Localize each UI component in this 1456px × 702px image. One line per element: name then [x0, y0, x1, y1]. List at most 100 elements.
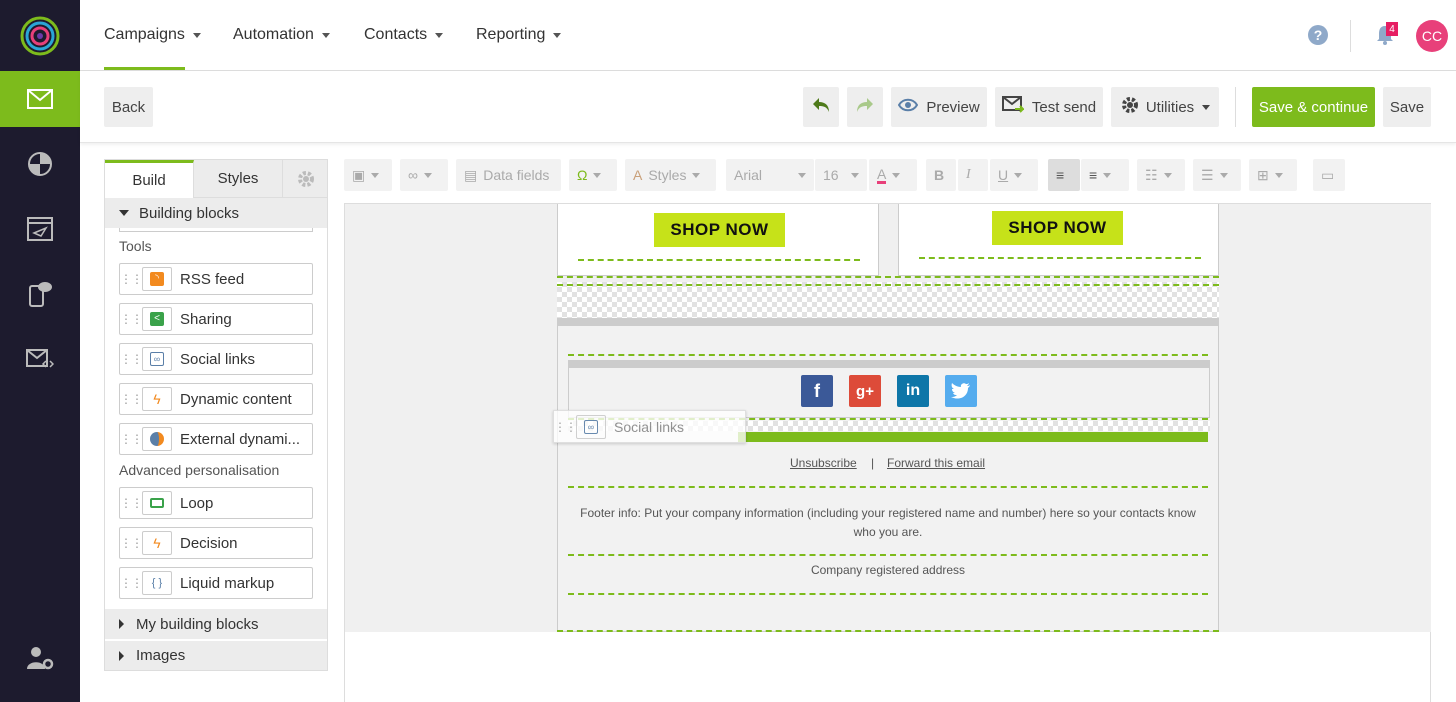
source-code-button[interactable]: ▭ — [1313, 159, 1345, 191]
chevron-down-icon — [371, 172, 380, 178]
dashed-guide — [568, 354, 1208, 356]
facebook-icon[interactable]: f — [801, 375, 833, 407]
paste-button[interactable]: ▣ — [344, 159, 392, 191]
block-label: Sharing — [180, 310, 232, 328]
eye-icon — [898, 98, 919, 116]
email-canvas[interactable]: SHOP NOW SHOP NOW f g+ in Unsubscribe | — [344, 203, 1431, 702]
chevron-down-icon — [1014, 172, 1023, 178]
forward-email-link[interactable]: Forward this email — [887, 456, 985, 470]
font-size-select[interactable]: 16 — [815, 159, 867, 191]
dragging-social-links-block[interactable]: ⋮⋮ ∞ Social links — [553, 410, 746, 443]
back-button[interactable]: Back — [104, 87, 153, 127]
drag-handle-icon[interactable]: ⋮⋮ — [120, 392, 143, 406]
block-liquid-markup[interactable]: ⋮⋮ { } Liquid markup — [119, 567, 313, 599]
spacer-block[interactable] — [557, 282, 1219, 318]
menu-automation[interactable]: Automation — [233, 0, 330, 70]
product-column-2[interactable]: SHOP NOW — [898, 204, 1219, 276]
bulleted-list-button[interactable]: ☰ — [1193, 159, 1241, 191]
notifications-bell-icon[interactable]: 4 — [1375, 22, 1398, 46]
images-section[interactable]: Images — [105, 640, 327, 670]
block-social-links[interactable]: ⋮⋮ ∞ Social links — [119, 343, 313, 375]
drag-handle-icon[interactable]: ⋮⋮ — [120, 312, 143, 326]
drag-handle-icon[interactable]: ⋮⋮ — [120, 536, 143, 550]
preview-button[interactable]: Preview — [891, 87, 987, 127]
menu-campaigns[interactable]: Campaigns — [104, 0, 201, 70]
drag-handle-icon[interactable]: ⋮⋮ — [120, 272, 143, 286]
styles-dropdown[interactable]: A Styles — [625, 159, 716, 191]
redo-button[interactable] — [847, 87, 883, 127]
bold-button[interactable]: B — [926, 159, 956, 191]
numbered-list-button[interactable]: ☷ — [1137, 159, 1185, 191]
link-button[interactable]: ∞ — [400, 159, 448, 191]
test-send-button[interactable]: Test send — [995, 87, 1103, 127]
dashed-guide — [568, 486, 1208, 488]
block-decision[interactable]: ⋮⋮ ϟ Decision — [119, 527, 313, 559]
block-external-dynamic-content[interactable]: ⋮⋮ External dynami... — [119, 423, 313, 455]
unsubscribe-link[interactable]: Unsubscribe — [790, 456, 857, 470]
build-panel: Build Styles Building blocks Tools ⋮⋮ ◝ … — [104, 159, 328, 671]
drag-handle-icon[interactable]: ⋮⋮ — [120, 576, 143, 590]
linkedin-icon[interactable]: in — [897, 375, 929, 407]
app-logo-icon[interactable] — [20, 16, 60, 56]
footer-container[interactable]: f g+ in Unsubscribe | Forward this email… — [557, 326, 1219, 632]
social-links-icon: ∞ — [142, 347, 172, 371]
nav-user-settings-icon[interactable] — [0, 630, 80, 686]
insert-table-button[interactable]: ⊞ — [1249, 159, 1297, 191]
save-and-continue-button[interactable]: Save & continue — [1252, 87, 1375, 127]
google-plus-icon[interactable]: g+ — [849, 375, 881, 407]
nav-email-code-icon[interactable] — [0, 331, 80, 387]
block-dynamic-content[interactable]: ⋮⋮ ϟ Dynamic content — [119, 383, 313, 415]
formatting-toolbar: ▣ ∞ ▤ Data fields Ω A Styles Arial 16 A B … — [344, 159, 1356, 191]
company-address-text[interactable]: Company registered address — [568, 563, 1208, 577]
nav-reporting-pie-icon[interactable] — [0, 136, 80, 192]
my-building-blocks-section[interactable]: My building blocks — [105, 609, 327, 639]
chevron-down-icon — [1163, 172, 1172, 178]
user-avatar[interactable]: CC — [1416, 20, 1448, 52]
drag-handle-icon[interactable]: ⋮⋮ — [120, 496, 143, 510]
shop-now-button-1[interactable]: SHOP NOW — [654, 213, 785, 247]
panel-settings-gear-icon[interactable] — [283, 160, 327, 198]
undo-button[interactable] — [803, 87, 839, 127]
nav-campaigns-envelope-icon[interactable] — [0, 71, 80, 127]
nav-landing-pages-icon[interactable] — [0, 201, 80, 257]
italic-button[interactable]: I — [958, 159, 988, 191]
twitter-icon[interactable] — [945, 375, 977, 407]
drag-handle-icon[interactable]: ⋮⋮ — [120, 432, 143, 446]
caret-right-icon — [119, 619, 124, 629]
menu-reporting[interactable]: Reporting — [476, 0, 562, 70]
underline-button[interactable]: U — [990, 159, 1038, 191]
menu-contacts[interactable]: Contacts — [364, 0, 444, 70]
data-fields-label: Data fields — [483, 167, 550, 183]
editor-toolbar: Back Preview Test send Utilities Save & … — [80, 71, 1456, 143]
block-rss-feed[interactable]: ⋮⋮ ◝ RSS feed — [119, 263, 313, 295]
tab-build[interactable]: Build — [105, 160, 194, 198]
save-button[interactable]: Save — [1383, 87, 1431, 127]
utilities-dropdown[interactable]: Utilities — [1111, 87, 1219, 127]
dashed-guide — [557, 630, 1219, 632]
rss-icon: ◝ — [142, 267, 172, 291]
text-color-button[interactable]: A — [869, 159, 917, 191]
footer-info-text[interactable]: Footer info: Put your company informatio… — [578, 504, 1198, 542]
data-fields-button[interactable]: ▤ Data fields — [456, 159, 561, 191]
block-loop[interactable]: ⋮⋮ Loop — [119, 487, 313, 519]
nav-sms-icon[interactable] — [0, 266, 80, 322]
tab-styles[interactable]: Styles — [194, 160, 283, 198]
shop-now-button-2[interactable]: SHOP NOW — [992, 211, 1123, 245]
help-icon[interactable]: ? — [1308, 25, 1328, 45]
align-left-button[interactable]: ≡ — [1048, 159, 1080, 191]
block-sharing[interactable]: ⋮⋮ < Sharing — [119, 303, 313, 335]
drop-indicator — [738, 432, 1208, 442]
font-family-select[interactable]: Arial — [726, 159, 814, 191]
drag-handle-icon[interactable]: ⋮⋮ — [120, 352, 143, 366]
chevron-down-icon — [1202, 104, 1211, 110]
clipboard-icon: ▣ — [352, 166, 366, 183]
omega-icon: Ω — [577, 167, 588, 183]
tools-group-label: Tools — [119, 238, 152, 254]
product-column-1[interactable]: SHOP NOW — [557, 204, 879, 276]
chevron-down-icon — [192, 32, 201, 38]
align-dropdown[interactable]: ≡ — [1081, 159, 1129, 191]
numbered-list-icon: ☷ — [1145, 166, 1158, 183]
special-characters-button[interactable]: Ω — [569, 159, 617, 191]
building-blocks-section[interactable]: Building blocks — [105, 198, 327, 228]
underline-icon: U — [998, 167, 1009, 183]
